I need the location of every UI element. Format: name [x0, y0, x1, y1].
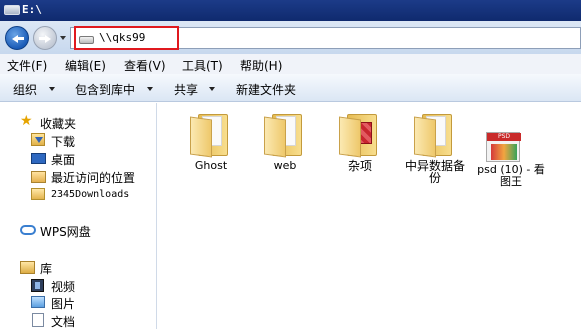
star-icon: ★ [20, 113, 33, 129]
sidebar-item-wps-drive[interactable]: WPS网盘 [40, 223, 91, 240]
chevron-down-icon [209, 87, 215, 91]
sidebar-item-recent-places[interactable]: 最近访问的位置 [51, 169, 135, 186]
menu-bar: 文件(F) 编辑(E) 查看(V) 工具(T) 帮助(H) [0, 54, 581, 74]
file-item-psd[interactable]: PSD psd (10) - 看图王 [476, 108, 546, 188]
sidebar-item-favorites[interactable]: 收藏夹 [40, 115, 76, 132]
menu-file[interactable]: 文件(F) [7, 57, 47, 74]
sidebar-item-libraries[interactable]: 库 [40, 260, 52, 277]
new-folder-button[interactable]: 新建文件夹 [236, 81, 296, 98]
share-button[interactable]: 共享 [174, 81, 198, 98]
file-name: 中异数据备份 [404, 159, 465, 185]
folder-red-icon [339, 114, 379, 158]
folder-icon [190, 114, 230, 158]
download-folder-icon [31, 133, 45, 146]
organize-button[interactable]: 组织 [13, 81, 37, 98]
menu-tools[interactable]: 工具(T) [182, 57, 223, 74]
address-path[interactable]: \\qks99 [99, 31, 145, 44]
video-icon [31, 279, 44, 292]
sidebar-item-downloads[interactable]: 下载 [51, 133, 75, 150]
recent-places-icon [31, 171, 46, 183]
forward-button[interactable] [33, 26, 57, 50]
drive-icon [4, 5, 20, 15]
file-name: 杂项 [347, 159, 372, 173]
psd-file-icon: PSD [486, 132, 521, 162]
include-in-library-button[interactable]: 包含到库中 [75, 81, 135, 98]
command-toolbar: 组织 包含到库中 共享 新建文件夹 [0, 74, 581, 102]
chevron-down-icon [147, 87, 153, 91]
sidebar-item-desktop[interactable]: 桌面 [51, 151, 75, 168]
file-item-misc[interactable]: 杂项 [325, 108, 395, 174]
file-item-ghost[interactable]: Ghost [176, 108, 246, 174]
sidebar-item-videos[interactable]: 视频 [51, 278, 75, 295]
folder-icon [264, 114, 304, 158]
file-name: Ghost [194, 159, 228, 172]
chevron-down-icon [49, 87, 55, 91]
back-button[interactable] [5, 26, 29, 50]
navigation-pane: ★ 收藏夹 下载 桌面 最近访问的位置 2345Downloads WPS网盘 … [0, 103, 157, 329]
folder-icon [414, 114, 454, 158]
file-item-web[interactable]: web [250, 108, 320, 174]
sidebar-item-documents[interactable]: 文档 [51, 313, 75, 329]
sidebar-item-2345downloads[interactable]: 2345Downloads [51, 189, 129, 200]
file-item-data-backup[interactable]: 中异数据备份 [400, 108, 470, 188]
menu-view[interactable]: 查看(V) [124, 57, 166, 74]
address-row: \\qks99 [0, 21, 581, 54]
window-title: E:\ [22, 3, 42, 16]
cloud-icon [20, 225, 36, 235]
file-name: psd (10) - 看图王 [477, 163, 545, 188]
network-drive-icon [79, 36, 94, 44]
menu-help[interactable]: 帮助(H) [240, 57, 282, 74]
sidebar-item-pictures[interactable]: 图片 [51, 295, 75, 312]
file-name: web [273, 159, 297, 172]
menu-edit[interactable]: 编辑(E) [65, 57, 106, 74]
folder-icon [31, 188, 45, 200]
pictures-icon [31, 296, 45, 308]
recent-pages-dropdown[interactable] [60, 36, 66, 40]
title-bar: E:\ [0, 0, 581, 21]
documents-icon [32, 313, 44, 327]
desktop-icon [31, 153, 46, 164]
psd-thumb-label: PSD [487, 133, 521, 141]
library-icon [20, 261, 35, 274]
